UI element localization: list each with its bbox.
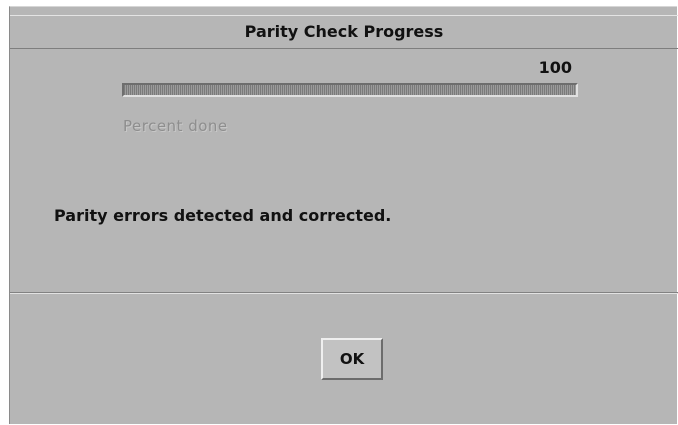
progress-caption: Percent done bbox=[123, 117, 228, 135]
progress-bar-fill bbox=[124, 85, 576, 95]
progress-bar bbox=[122, 83, 578, 97]
dialog-title: Parity Check Progress bbox=[10, 15, 678, 49]
parity-check-dialog: Parity Check Progress 100 Percent done P… bbox=[9, 6, 678, 424]
progress-value: 100 bbox=[538, 58, 572, 77]
ok-button[interactable]: OK bbox=[321, 338, 383, 380]
button-area-separator bbox=[10, 292, 678, 294]
status-message: Parity errors detected and corrected. bbox=[54, 206, 392, 225]
